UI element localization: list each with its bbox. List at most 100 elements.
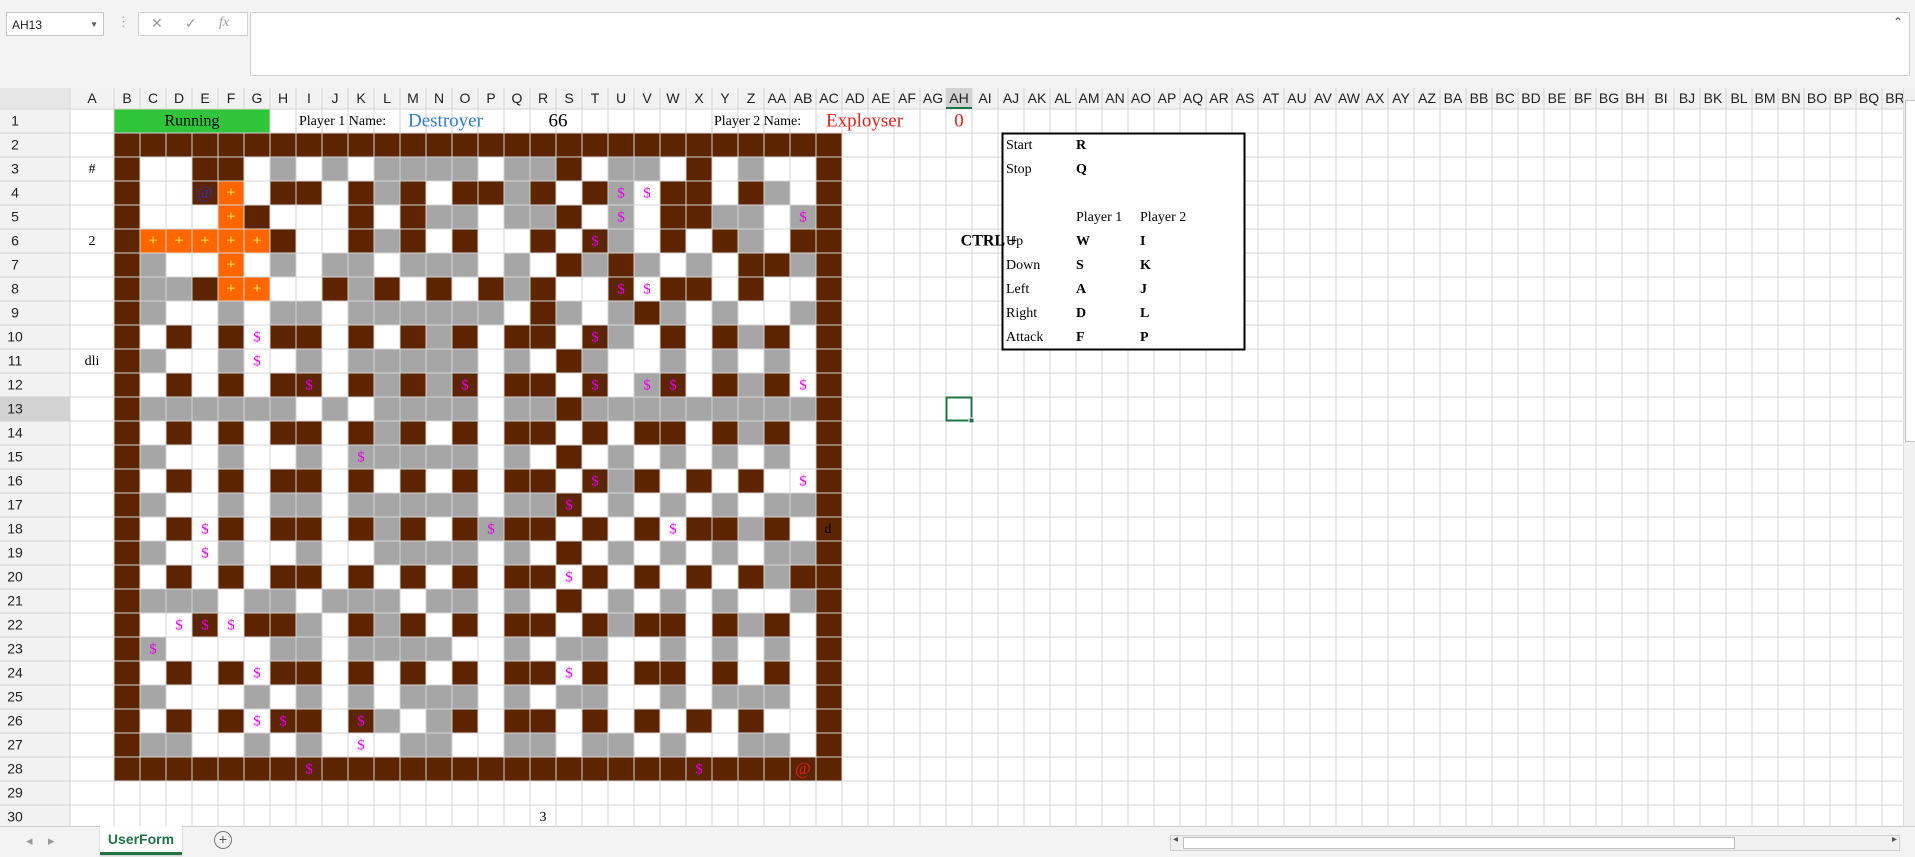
row-header-10[interactable]: 10 (7, 329, 23, 345)
enter-icon[interactable]: ✓ (185, 15, 197, 32)
row-header-25[interactable]: 25 (7, 689, 23, 705)
row-header-27[interactable]: 27 (7, 737, 23, 753)
column-header-AF[interactable]: AF (898, 90, 916, 106)
row-header-3[interactable]: 3 (11, 161, 19, 177)
column-header-BE[interactable]: BE (1548, 90, 1567, 106)
horizontal-scroll-thumb[interactable] (1183, 837, 1735, 849)
column-header-AO[interactable]: AO (1131, 90, 1151, 106)
column-header-AR[interactable]: AR (1209, 90, 1228, 106)
column-header-BP[interactable]: BP (1834, 90, 1853, 106)
column-header-AZ[interactable]: AZ (1418, 90, 1436, 106)
row-header-21[interactable]: 21 (7, 593, 23, 609)
cancel-icon[interactable]: ✕ (151, 15, 163, 32)
collapse-formula-bar-icon[interactable]: ⌃ (1893, 15, 1903, 29)
scroll-left-icon[interactable]: ◂ (1173, 834, 1178, 845)
column-header-AN[interactable]: AN (1105, 90, 1124, 106)
column-header-Z[interactable]: Z (747, 90, 756, 106)
column-header-AX[interactable]: AX (1366, 90, 1385, 106)
column-header-BK[interactable]: BK (1704, 90, 1723, 106)
column-header-BF[interactable]: BF (1574, 90, 1592, 106)
column-header-BQ[interactable]: BQ (1859, 90, 1879, 106)
column-header-A[interactable]: A (87, 90, 97, 106)
row-header-4[interactable]: 4 (11, 185, 19, 201)
column-header-BC[interactable]: BC (1495, 90, 1514, 106)
column-header-AG[interactable]: AG (923, 90, 943, 106)
column-header-BM[interactable]: BM (1755, 90, 1776, 106)
row-header-28[interactable]: 28 (7, 761, 23, 777)
column-header-AT[interactable]: AT (1263, 90, 1280, 106)
vertical-scroll-thumb[interactable] (1905, 100, 1915, 442)
column-header-O[interactable]: O (460, 90, 471, 106)
row-header-13[interactable]: 13 (7, 401, 23, 417)
row-header-22[interactable]: 22 (7, 617, 23, 633)
row-header-30[interactable]: 30 (7, 809, 23, 825)
column-header-BA[interactable]: BA (1444, 90, 1463, 106)
row-header-19[interactable]: 19 (7, 545, 23, 561)
column-header-BB[interactable]: BB (1470, 90, 1489, 106)
column-header-W[interactable]: W (666, 90, 680, 106)
next-sheet-icon[interactable]: ▸ (48, 833, 55, 849)
column-header-AW[interactable]: AW (1338, 90, 1361, 106)
row-header-23[interactable]: 23 (7, 641, 23, 657)
column-header-AP[interactable]: AP (1158, 90, 1177, 106)
row-header-12[interactable]: 12 (7, 377, 23, 393)
chevron-down-icon[interactable]: ▼ (90, 13, 98, 37)
select-all-corner[interactable] (0, 88, 70, 109)
column-header-BO[interactable]: BO (1807, 90, 1827, 106)
column-header-BL[interactable]: BL (1730, 90, 1747, 106)
column-header-AV[interactable]: AV (1314, 90, 1332, 106)
column-header-K[interactable]: K (356, 90, 366, 106)
column-header-AD[interactable]: AD (845, 90, 864, 106)
column-header-T[interactable]: T (591, 90, 600, 106)
row-header-15[interactable]: 15 (7, 449, 23, 465)
column-header-AS[interactable]: AS (1236, 90, 1255, 106)
column-header-AC[interactable]: AC (819, 90, 838, 106)
column-header-V[interactable]: V (642, 90, 652, 106)
column-header-U[interactable]: U (616, 90, 626, 106)
column-header-X[interactable]: X (694, 90, 704, 106)
add-sheet-icon[interactable]: + (214, 831, 232, 849)
column-header-AL[interactable]: AL (1054, 90, 1071, 106)
column-header-BJ[interactable]: BJ (1679, 90, 1695, 106)
row-header-14[interactable]: 14 (7, 425, 23, 441)
column-header-D[interactable]: D (174, 90, 184, 106)
row-header-17[interactable]: 17 (7, 497, 23, 513)
column-header-J[interactable]: J (332, 90, 339, 106)
column-header-AH[interactable]: AH (949, 90, 968, 106)
vertical-scrollbar[interactable] (1903, 88, 1915, 826)
row-header-7[interactable]: 7 (11, 257, 19, 273)
column-header-AM[interactable]: AM (1079, 90, 1100, 106)
prev-sheet-icon[interactable]: ◂ (26, 833, 33, 849)
column-header-AB[interactable]: AB (794, 90, 813, 106)
worksheet-grid[interactable]: A B C D E F G H I J K L M N O P Q R S T U V W X Y Z AA AB AC AD AE AF AG… (0, 88, 1915, 826)
row-header-1[interactable]: 1 (11, 113, 19, 129)
tab-userform[interactable]: UserForm (100, 826, 182, 855)
row-header-2[interactable]: 2 (11, 137, 19, 153)
column-header-Y[interactable]: Y (720, 90, 730, 106)
insert-function-icon[interactable]: fx (219, 15, 229, 31)
column-header-BH[interactable]: BH (1625, 90, 1644, 106)
column-header-Q[interactable]: Q (512, 90, 523, 106)
column-header-AA[interactable]: AA (768, 90, 787, 106)
column-header-S[interactable]: S (564, 90, 573, 106)
column-header-AY[interactable]: AY (1392, 90, 1410, 106)
column-header-AU[interactable]: AU (1287, 90, 1306, 106)
selected-cell-AH13[interactable] (945, 396, 973, 422)
formula-input[interactable]: ⌃ (250, 12, 1910, 76)
column-header-E[interactable]: E (200, 90, 209, 106)
column-header-AQ[interactable]: AQ (1183, 90, 1203, 106)
column-header-P[interactable]: P (486, 90, 495, 106)
column-header-N[interactable]: N (434, 90, 444, 106)
column-header-BD[interactable]: BD (1521, 90, 1540, 106)
column-header-H[interactable]: H (278, 90, 288, 106)
horizontal-scrollbar[interactable]: ◂ ▸ (1170, 834, 1900, 851)
row-header-6[interactable]: 6 (11, 233, 19, 249)
column-header-G[interactable]: G (252, 90, 263, 106)
scroll-right-icon[interactable]: ▸ (1892, 834, 1897, 845)
column-header-AI[interactable]: AI (978, 90, 991, 106)
row-header-5[interactable]: 5 (11, 209, 19, 225)
column-header-B[interactable]: B (122, 90, 131, 106)
column-header-C[interactable]: C (148, 90, 158, 106)
column-header-F[interactable]: F (227, 90, 236, 106)
column-header-I[interactable]: I (307, 90, 311, 106)
